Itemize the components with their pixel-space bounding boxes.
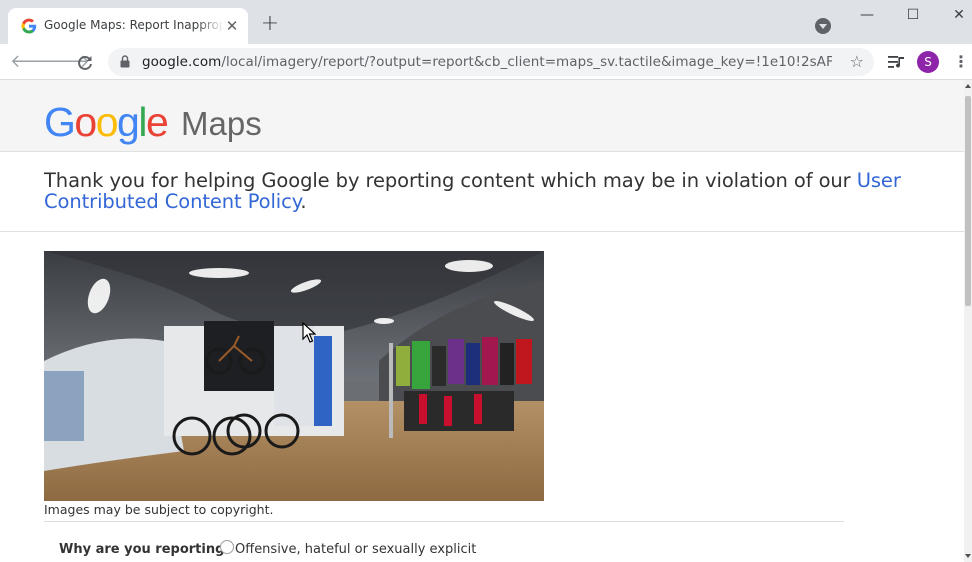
logo-letter: o <box>95 99 119 145</box>
scroll-down-arrow-icon[interactable] <box>965 554 971 558</box>
new-tab-button[interactable]: + <box>259 13 281 36</box>
lock-icon <box>120 55 130 68</box>
logo-letter: G <box>44 99 76 145</box>
logo-letter: l <box>138 99 147 145</box>
logo-letter: g <box>117 99 140 145</box>
divider <box>0 231 964 232</box>
url-path: /local/imagery/report/?output=report&cb_… <box>221 54 832 70</box>
divider <box>44 521 844 522</box>
reload-icon[interactable] <box>76 54 94 72</box>
profile-avatar[interactable]: S <box>917 51 939 73</box>
url-host: google.com <box>142 54 222 70</box>
panorama-illustration <box>44 251 544 501</box>
browser-toolbar: 🡐 🡒 google.com/local/imagery/report/?out… <box>0 44 972 80</box>
scroll-thumb[interactable] <box>965 96 971 306</box>
menu-kebab-icon[interactable]: ⋮ <box>953 52 969 72</box>
page-scrollbar[interactable] <box>964 80 972 562</box>
forward-arrow-icon[interactable]: 🡒 <box>42 50 90 74</box>
back-arrow-icon[interactable]: 🡐 <box>10 50 58 74</box>
scroll-up-arrow-icon[interactable] <box>965 84 971 88</box>
logo-letter: o <box>74 99 97 145</box>
window-close-button[interactable]: ✕ <box>944 4 972 26</box>
google-logo[interactable]: Google <box>44 98 169 146</box>
tab-close-icon[interactable]: ✕ <box>224 18 240 34</box>
report-reason-label: Why are you reporting <box>59 542 225 557</box>
url-text: google.com/local/imagery/report/?output=… <box>142 54 832 70</box>
bookmark-star-icon[interactable]: ☆ <box>850 52 864 71</box>
browser-tab-strip: Google Maps: Report Inappropriate Conten… <box>0 0 972 44</box>
google-favicon-icon <box>21 18 37 34</box>
address-bar[interactable]: google.com/local/imagery/report/?output=… <box>108 48 874 76</box>
thanks-text: Thank you for helping Google by reportin… <box>44 169 857 192</box>
browser-tab[interactable]: Google Maps: Report Inappropriate Conten… <box>8 8 248 44</box>
copyright-caption: Images may be subject to copyright. <box>44 502 274 517</box>
reason-option-label[interactable]: Offensive, hateful or sexually explicit <box>235 542 476 557</box>
maximize-button[interactable]: ☐ <box>898 4 928 26</box>
thanks-period: . <box>300 190 307 213</box>
reason-radio-button[interactable] <box>220 540 234 554</box>
page-content: Google Maps Thank you for helping Google… <box>0 80 964 562</box>
thank-you-message: Thank you for helping Google by reportin… <box>44 170 924 212</box>
logo-maps-text: Maps <box>181 105 262 142</box>
mouse-cursor-icon <box>302 322 316 343</box>
reported-panorama-image <box>44 251 544 501</box>
tab-title: Google Maps: Report Inappropriate Conten… <box>44 18 224 32</box>
tab-search-dropdown-icon[interactable] <box>815 18 831 34</box>
media-control-icon[interactable] <box>887 54 905 70</box>
maps-header: Google Maps <box>0 80 964 152</box>
minimize-button[interactable]: — <box>852 4 882 26</box>
logo-letter: e <box>145 99 169 145</box>
